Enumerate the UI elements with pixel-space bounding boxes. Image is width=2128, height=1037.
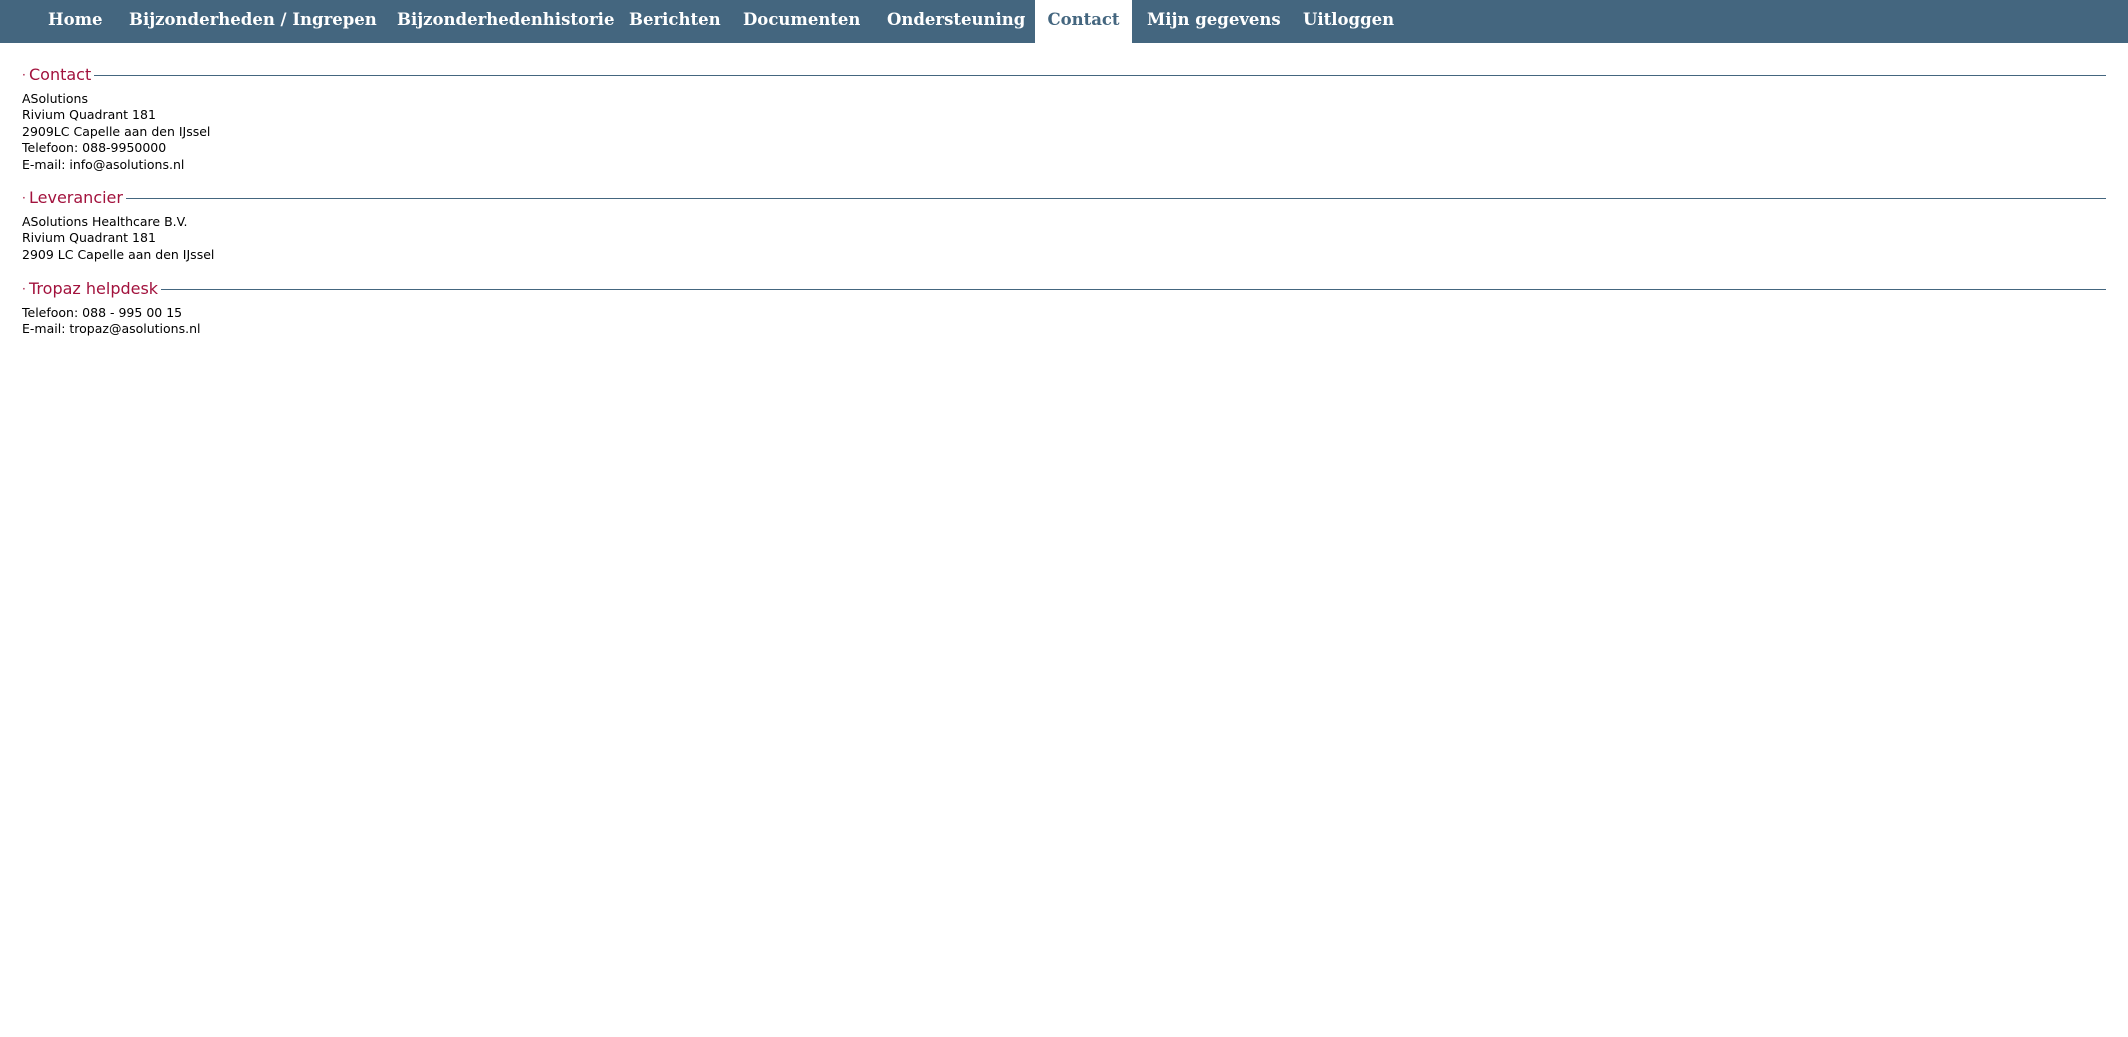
street-address: Rivium Quadrant 181 bbox=[22, 107, 156, 123]
nav-item-berichten[interactable]: Berichten bbox=[629, 0, 721, 43]
nav-item-home[interactable]: Home bbox=[48, 0, 103, 43]
postal-city: 2909 LC Capelle aan den IJssel bbox=[22, 246, 215, 262]
nav-item-ondersteuning[interactable]: Ondersteuning bbox=[887, 0, 1025, 43]
section-title: Tropaz helpdesk bbox=[27, 277, 162, 301]
supplier-details: ASolutions Healthcare B.V. Rivium Quadra… bbox=[22, 214, 214, 263]
top-navigation-bar: Home Bijzonderheden / Ingrepen Bijzonder… bbox=[0, 0, 2128, 43]
postal-city: 2909LC Capelle aan den IJssel bbox=[22, 123, 211, 139]
street-address: Rivium Quadrant 181 bbox=[22, 230, 156, 246]
section-title: Leverancier bbox=[27, 186, 126, 210]
helpdesk-details: Telefoon: 088 - 995 00 15 E-mail: tropaz… bbox=[22, 305, 201, 338]
email-address: E-mail: info@asolutions.nl bbox=[22, 156, 185, 172]
phone-number: Telefoon: 088 - 995 00 15 bbox=[22, 305, 183, 320]
section-divider bbox=[22, 75, 2106, 76]
company-name: ASolutions Healthcare B.V. bbox=[22, 214, 188, 229]
company-name: ASolutions bbox=[22, 91, 88, 106]
section-divider bbox=[22, 289, 2106, 290]
section-divider bbox=[22, 198, 2106, 199]
nav-item-mijn-gegevens[interactable]: Mijn gegevens bbox=[1147, 0, 1281, 43]
phone-number: Telefoon: 088-9950000 bbox=[22, 140, 167, 156]
nav-item-uitloggen[interactable]: Uitloggen bbox=[1303, 0, 1394, 43]
nav-item-documenten[interactable]: Documenten bbox=[743, 0, 860, 43]
section-heading-tropaz-helpdesk: · Tropaz helpdesk bbox=[22, 277, 2106, 301]
section-title: Contact bbox=[27, 63, 95, 87]
nav-item-contact[interactable]: Contact bbox=[1035, 0, 1132, 43]
email-address: E-mail: tropaz@asolutions.nl bbox=[22, 321, 201, 337]
section-heading-leverancier: · Leverancier bbox=[22, 186, 2106, 210]
nav-item-bijzonderhedenhistorie[interactable]: Bijzonderhedenhistorie bbox=[397, 0, 614, 43]
nav-item-bijzonderheden-ingrepen[interactable]: Bijzonderheden / Ingrepen bbox=[129, 0, 377, 43]
section-heading-contact: · Contact bbox=[22, 63, 2106, 87]
contact-details: ASolutions Rivium Quadrant 181 2909LC Ca… bbox=[22, 91, 210, 173]
